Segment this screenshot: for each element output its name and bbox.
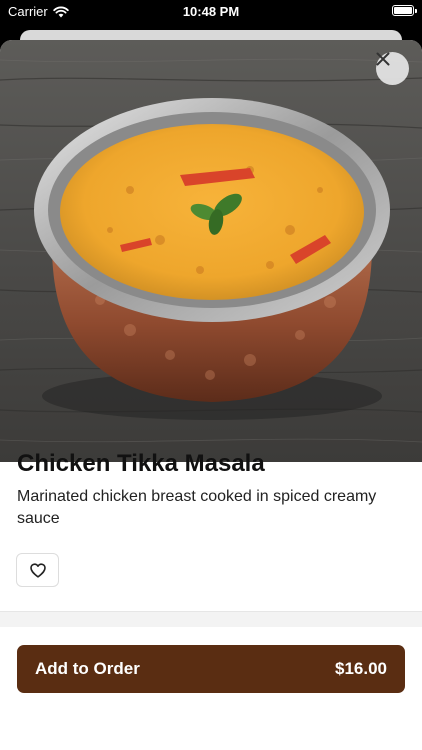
favorite-button[interactable]: [16, 553, 59, 587]
status-time: 10:48 PM: [182, 4, 240, 19]
add-to-order-label: Add to Order: [35, 659, 140, 678]
dish-photo: [0, 40, 422, 462]
close-icon: [376, 52, 390, 66]
close-button[interactable]: [376, 52, 409, 85]
item-price: $16.00: [335, 659, 387, 678]
status-bar: Carrier 10:48 PM: [0, 0, 422, 24]
dish-photo-image: [0, 58, 422, 443]
battery-icon: [392, 5, 417, 16]
item-title: Chicken Tikka Masala: [17, 450, 265, 477]
heart-icon: [29, 562, 46, 578]
add-to-order-button[interactable]: Add to Order $16.00: [17, 645, 405, 693]
section-divider: [0, 611, 422, 627]
item-description: Marinated chicken breast cooked in spice…: [17, 488, 377, 527]
